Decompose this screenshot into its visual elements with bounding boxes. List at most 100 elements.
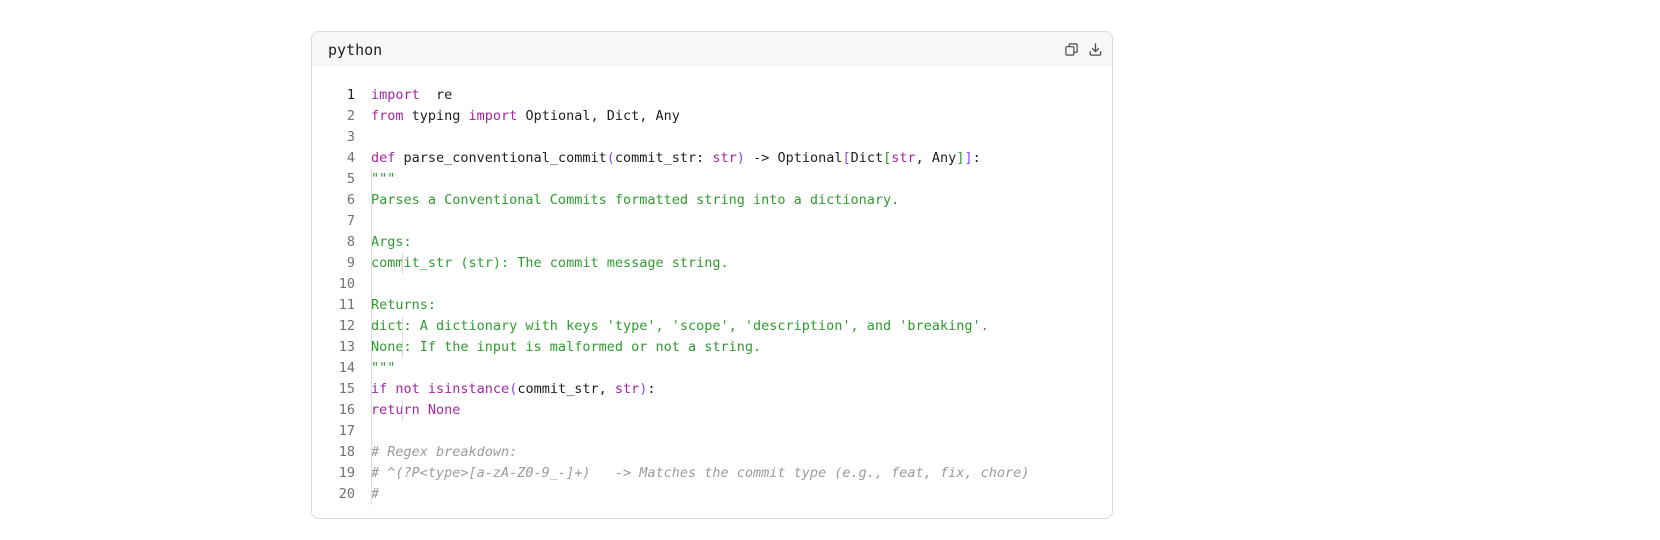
line-number: 6: [346, 192, 355, 208]
code-token: isinstance: [427, 381, 510, 397]
code-line: 14 """: [312, 358, 1112, 379]
line-content: def parse_conventional_commit(commit_str…: [371, 148, 981, 169]
indent-guide: [402, 316, 403, 337]
code-line: 1 import re: [312, 85, 1112, 106]
indent-guide: [371, 442, 372, 463]
indent-guide: [371, 211, 372, 232]
indent-guide: [402, 253, 403, 274]
code-token: commit_str (str): The commit message str…: [371, 255, 729, 271]
code-token: [: [883, 150, 892, 166]
code-token: ): [639, 381, 648, 397]
line-content: # ^(?P<type>[a-zA-Z0-9_-]+) -> Matches t…: [371, 463, 1029, 484]
line-content: Parses a Conventional Commits formatted …: [371, 190, 899, 211]
code-token: , Any: [915, 150, 957, 166]
code-token: import: [468, 108, 518, 124]
code-line: 10: [312, 274, 1112, 295]
indent-guide: [371, 274, 372, 295]
line-number: 5: [346, 171, 355, 187]
code-line: 11 Returns:: [312, 295, 1112, 316]
code-token: ]: [964, 150, 973, 166]
line-number: 17: [338, 423, 355, 439]
code-token: Args:: [371, 234, 412, 250]
indent-guide: [371, 463, 372, 484]
line-content: commit_str (str): The commit message str…: [371, 253, 729, 274]
language-label: python: [328, 40, 383, 59]
code-token: commit_str:: [614, 150, 713, 166]
code-token: """: [371, 360, 396, 376]
indent-guide: [371, 421, 372, 442]
line-number: 11: [338, 297, 355, 313]
line-content: """: [371, 169, 395, 190]
code-token: # Regex breakdown:: [371, 444, 518, 460]
code-token: #: [371, 486, 380, 502]
code-line: 4 def parse_conventional_commit(commit_st…: [312, 148, 1112, 169]
download-button[interactable]: [1086, 41, 1104, 59]
code-line: 19 # ^(?P<type>[a-zA-Z0-9_-]+) -> Matche…: [312, 463, 1112, 484]
line-number: 18: [338, 444, 355, 460]
indent-guide: [371, 295, 372, 316]
code-line: 9 commit_str (str): The commit message s…: [312, 253, 1112, 274]
line-number: 15: [338, 381, 355, 397]
code-line: 7: [312, 211, 1112, 232]
code-token: :: [972, 150, 981, 166]
line-content: return None: [371, 400, 460, 421]
line-content: #: [371, 484, 379, 505]
code-line: 18 # Regex breakdown:: [312, 442, 1112, 463]
line-content: # Regex breakdown:: [371, 442, 517, 463]
line-content: import re: [371, 85, 452, 106]
line-number: 14: [338, 360, 355, 376]
line-number: 7: [346, 213, 355, 229]
line-number: 10: [338, 276, 355, 292]
line-number: 2: [346, 108, 355, 124]
code-content: 1 import re 2 from typing import Optional, …: [312, 67, 1112, 505]
code-token: ): [736, 150, 745, 166]
line-number: 19: [338, 465, 355, 481]
copy-button[interactable]: [1062, 41, 1080, 59]
indent-guide: [371, 484, 372, 505]
code-token: if not: [371, 381, 428, 397]
code-line: 17: [312, 421, 1112, 442]
line-number: 9: [346, 255, 355, 271]
line-number: 12: [338, 318, 355, 334]
line-content: Args:: [371, 232, 412, 253]
code-token: str: [614, 381, 640, 397]
line-content: Returns:: [371, 295, 436, 316]
code-token: str: [712, 150, 737, 166]
code-token: Returns:: [371, 297, 437, 313]
indent-guide: [371, 190, 372, 211]
code-line: 13 None: If the input is malformed or no…: [312, 337, 1112, 358]
code-token: (: [606, 150, 615, 166]
code-token: import: [371, 87, 420, 103]
code-token: parse_conventional_commit: [395, 150, 607, 166]
code-token: """: [371, 171, 396, 187]
code-token: return None: [371, 402, 461, 418]
code-line: 12 dict: A dictionary with keys 'type', …: [312, 316, 1112, 337]
indent-guide: [402, 400, 403, 421]
line-content: if not isinstance(commit_str, str):: [371, 379, 656, 400]
indent-guide: [371, 337, 372, 358]
code-token: Optional, Dict, Any: [517, 108, 680, 124]
code-token: -> Optional: [744, 150, 843, 166]
indent-guide: [371, 358, 372, 379]
indent-guide: [371, 253, 372, 274]
code-line: 15 if not isinstance(commit_str, str):: [312, 379, 1112, 400]
code-line: 6 Parses a Conventional Commits formatte…: [312, 190, 1112, 211]
code-token: [: [842, 150, 851, 166]
indent-guide: [402, 337, 403, 358]
line-content: from typing import Optional, Dict, Any: [371, 106, 680, 127]
code-token: Dict: [850, 150, 884, 166]
line-content: None: If the input is malformed or not a…: [371, 337, 761, 358]
code-line: 3: [312, 127, 1112, 148]
code-token: dict: A dictionary with keys 'type', 'sc…: [371, 318, 989, 334]
code-token: None: If the input is malformed or not a…: [371, 339, 762, 355]
code-token: str: [891, 150, 916, 166]
code-block-header: python: [312, 32, 1112, 67]
line-content: """: [371, 358, 395, 379]
code-token: from: [371, 108, 404, 124]
code-line: 20 #: [312, 484, 1112, 505]
copy-icon: [1064, 42, 1079, 57]
line-number: 1: [346, 87, 355, 103]
line-number: 13: [338, 339, 355, 355]
code-token: :: [647, 381, 656, 397]
line-number: 16: [338, 402, 355, 418]
